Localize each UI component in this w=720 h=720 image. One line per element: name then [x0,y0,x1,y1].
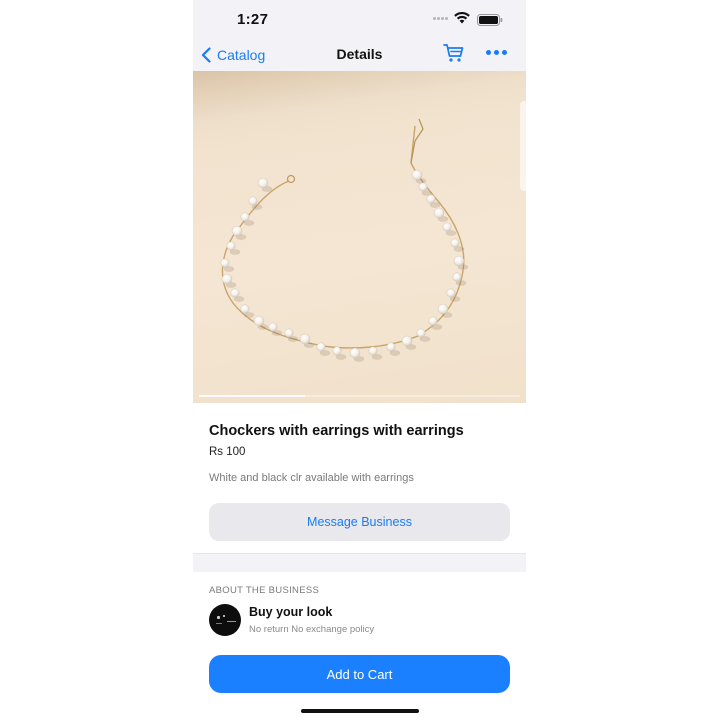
more-options-button[interactable] [486,50,507,55]
pearl-bead [442,222,452,232]
about-business-heading: ABOUT THE BUSINESS [209,585,320,596]
pearl-bead [349,347,361,359]
product-title: Chockers with earrings with earrings [209,423,464,439]
pearl-bead [240,212,250,222]
product-image-carousel[interactable] [193,71,526,403]
pearl-bead [316,342,326,352]
pearl-bead [221,273,233,285]
pearl-bead [248,196,258,206]
business-name[interactable]: Buy your look [249,605,332,619]
pearl-bead [446,288,456,298]
pearl-bead [368,346,378,356]
battery-icon [477,14,503,26]
carousel-progress-track [199,395,520,397]
pearl-bead [240,304,250,314]
pearl-bead [268,322,278,332]
add-to-cart-button[interactable]: Add to Cart [209,655,510,693]
pearl-bead [257,177,269,189]
pearl-bead [452,272,462,282]
navigation-bar: Catalog Details [193,38,526,71]
page-title: Details [336,46,383,62]
cart-icon[interactable] [443,43,465,63]
pearl-bead [453,255,465,267]
product-description: White and black clr available with earri… [209,472,414,484]
pearl-bead [411,169,423,181]
message-business-button[interactable]: Message Business [209,503,510,541]
carousel-progress-fill [199,395,305,397]
business-avatar[interactable] [209,604,241,636]
next-image-peek [520,101,526,191]
pearl-bead [426,194,436,204]
pearl-bead [437,303,449,315]
pearl-bead [299,333,311,345]
pearl-bead [418,182,428,192]
more-icon [486,50,491,55]
pearl-bead [450,238,460,248]
pearl-bead [433,207,445,219]
pearl-bead [220,258,230,268]
wifi-icon [454,12,470,24]
pearl-choker-photo [220,118,469,362]
section-divider [193,553,526,572]
pearl-bead [284,328,294,338]
pearl-bead [332,346,342,356]
business-policy: No return No exchange policy [249,624,375,635]
status-time: 1:27 [237,11,269,28]
status-bar: 1:27 [193,0,526,38]
pearl-bead [416,328,426,338]
home-indicator [301,709,419,713]
pearl-bead [231,225,243,237]
cellular-signal-icon [433,17,449,21]
pearl-bead [386,342,396,352]
phone-screen: 1:27 Catalog Details Chockers with earri… [193,0,526,720]
pearl-bead [230,288,240,298]
pearl-bead [401,335,413,347]
pearl-bead [253,315,265,327]
pearl-bead [428,316,438,326]
product-price: Rs 100 [209,446,246,458]
pearl-bead [226,241,236,251]
